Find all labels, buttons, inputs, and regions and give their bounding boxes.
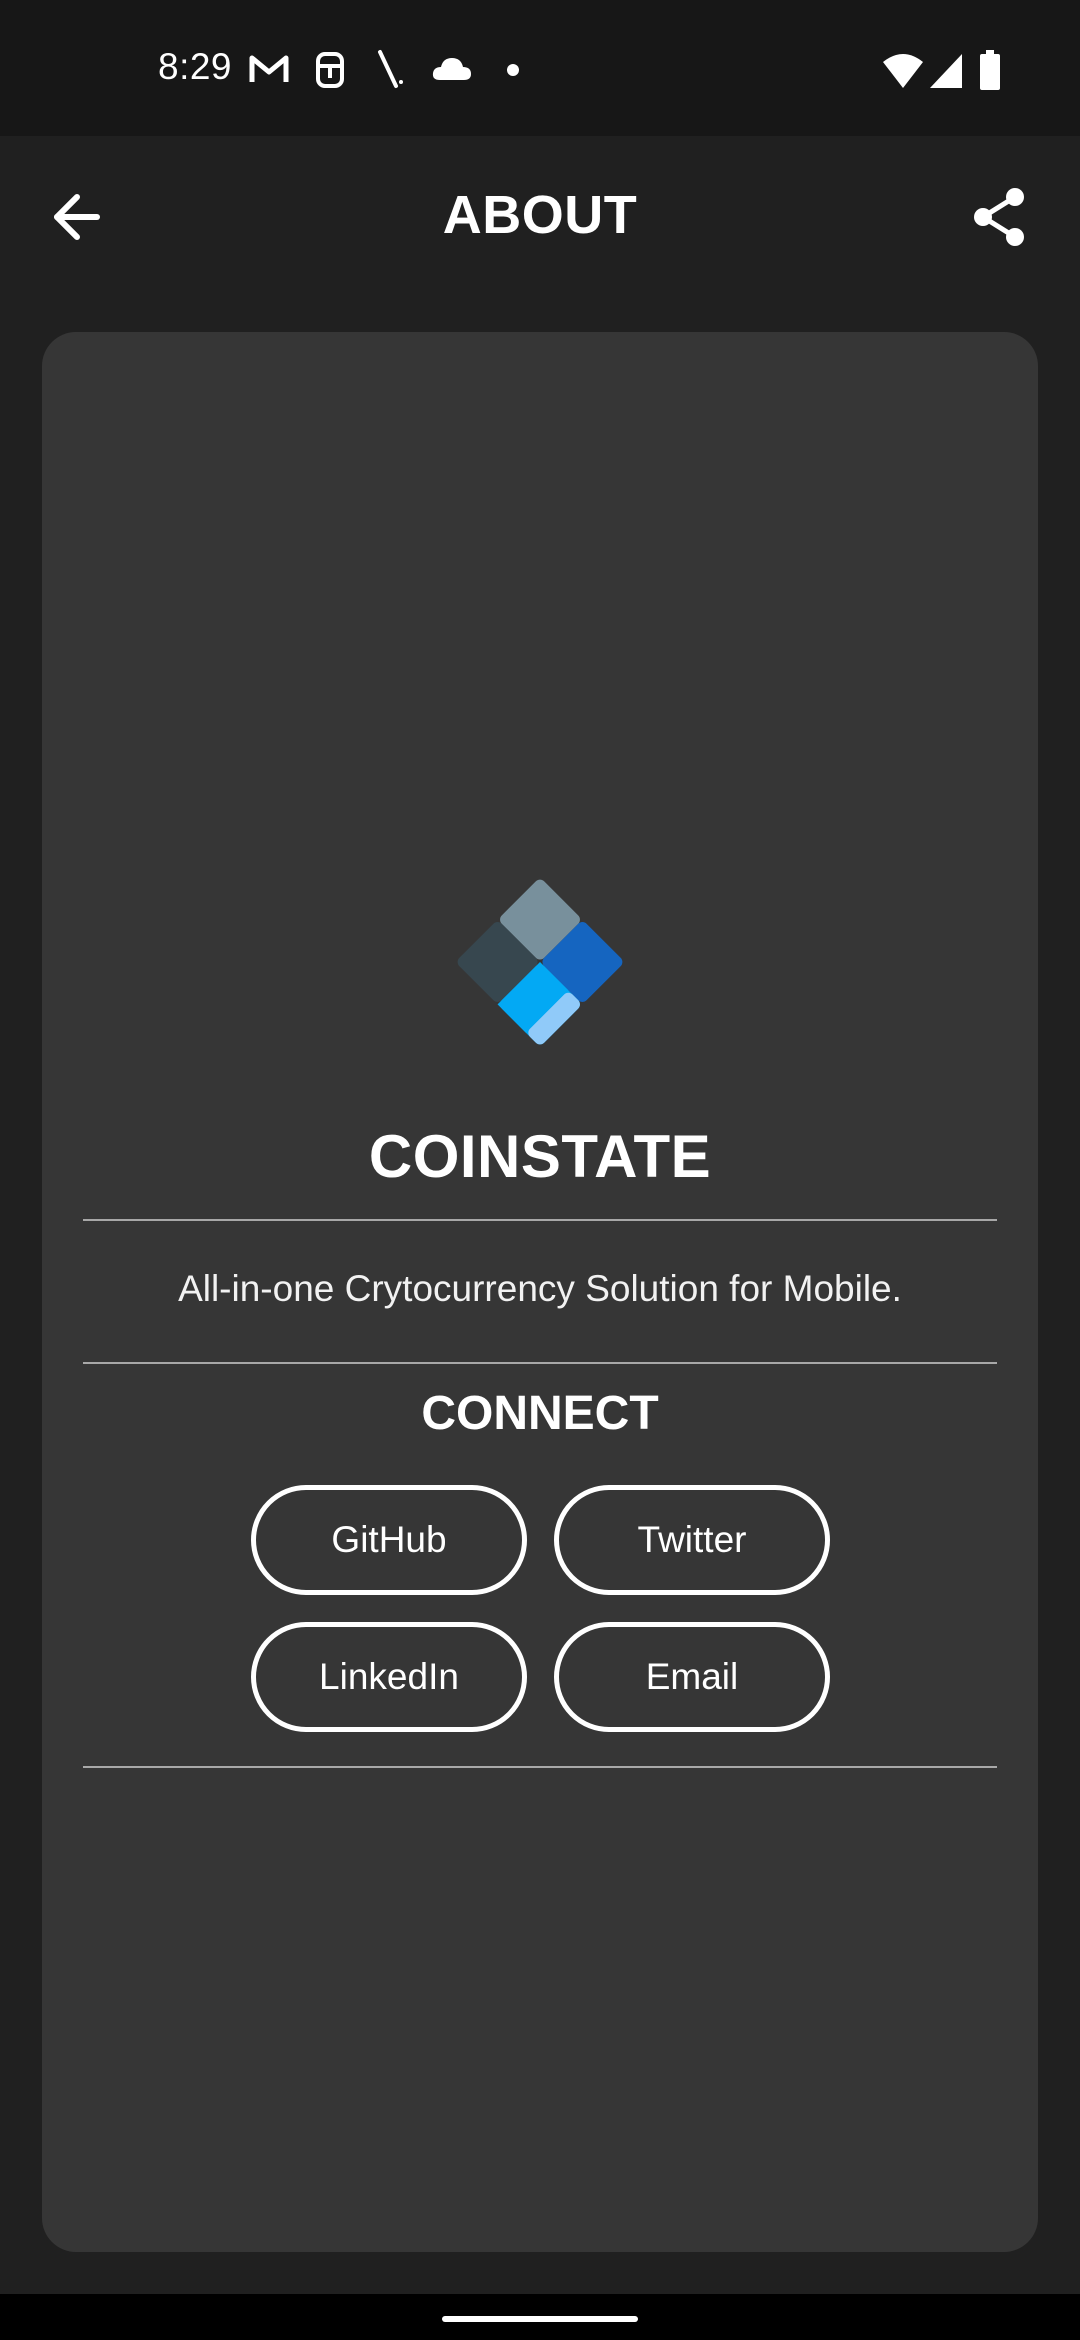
share-icon [971,187,1027,252]
app-bar: ABOUT [0,136,1080,294]
dot-icon [506,48,520,92]
about-card: COINSTATE All-in-one Crytocurrency Solut… [42,332,1038,2252]
connect-heading: CONNECT [421,1387,659,1440]
cell-signal-icon [928,48,964,92]
page-title: ABOUT [442,185,638,245]
github-button[interactable]: GitHub [251,1485,527,1595]
status-time: 8:29 [158,46,233,87]
signal-tower-icon [374,48,408,92]
status-bar: 8:29 [0,0,1080,136]
cloud-icon [430,48,474,92]
gmail-icon [248,48,290,92]
app-logo [440,862,640,1062]
twitter-button[interactable]: Twitter [554,1485,830,1595]
wifi-icon [882,48,924,92]
share-button[interactable] [954,174,1044,264]
battery-icon [978,48,1002,92]
divider [83,1766,997,1768]
email-button[interactable]: Email [554,1622,830,1732]
screenshot-lock-icon [312,48,348,92]
gesture-handle[interactable] [442,2316,638,2322]
app-tagline: All-in-one Crytocurrency Solution for Mo… [178,1268,902,1309]
system-nav-bar [0,2294,1080,2340]
app-name: COINSTATE [368,1123,712,1190]
divider [83,1219,997,1221]
linkedin-button[interactable]: LinkedIn [251,1622,527,1732]
divider [83,1362,997,1364]
